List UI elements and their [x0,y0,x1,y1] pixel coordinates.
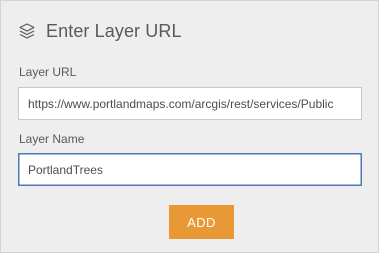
panel-title: Enter Layer URL [46,20,182,41]
layers-icon [18,22,36,40]
layer-url-input[interactable] [18,87,362,120]
add-button[interactable]: ADD [169,205,234,239]
enter-layer-url-panel: Enter Layer URL Layer URL Layer Name ADD [0,0,379,253]
layer-name-label: Layer Name [19,132,85,146]
layer-name-input[interactable] [18,153,362,186]
panel-header: Enter Layer URL [18,17,182,45]
layer-url-label: Layer URL [19,65,77,79]
